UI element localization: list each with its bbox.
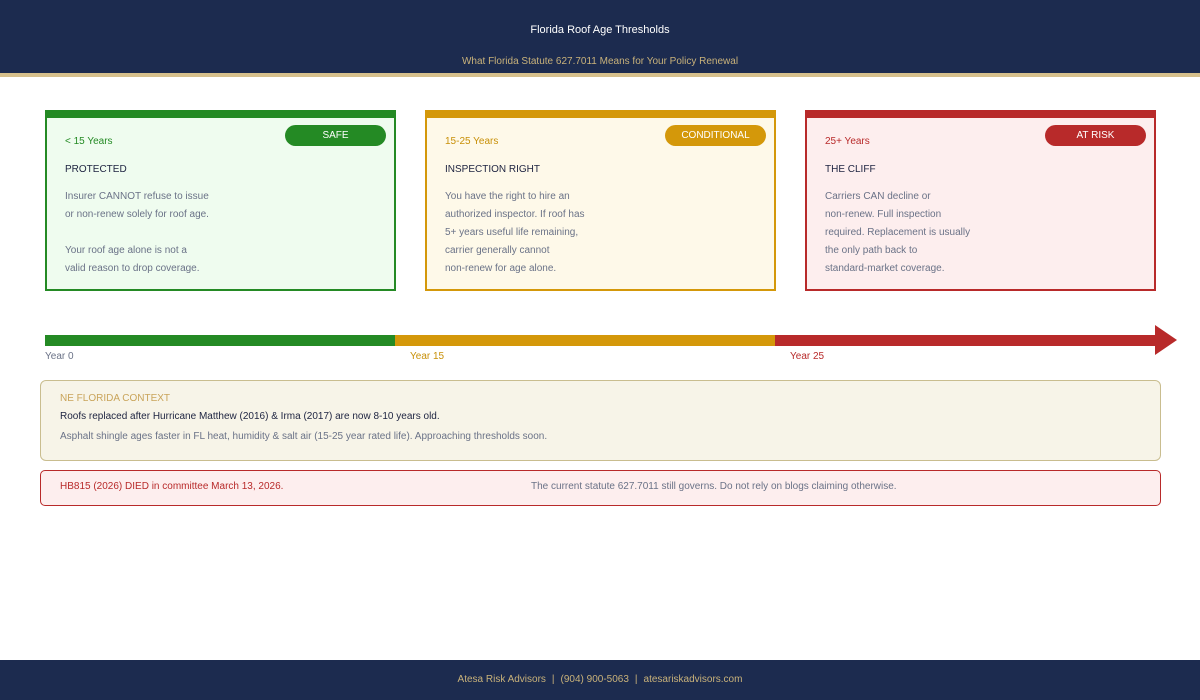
card-body: Insurer CANNOT refuse to issue or non-re… xyxy=(65,188,385,278)
timeline-tick-year-0: Year 0 xyxy=(45,351,74,362)
card-safe: < 15 Years SAFE PROTECTED Insurer CANNOT… xyxy=(45,110,396,291)
card-body-line: non-renew. Full inspection xyxy=(825,209,942,220)
header: Florida Roof Age Thresholds What Florida… xyxy=(0,0,1200,77)
card-body-line: Your roof age alone is not a xyxy=(65,245,187,256)
alert-headline: HB815 (2026) DIED in committee March 13,… xyxy=(60,481,284,492)
card-range: 25+ Years xyxy=(825,136,870,147)
card-body-line: Insurer CANNOT refuse to issue xyxy=(65,191,209,202)
card-heading: THE CLIFF xyxy=(825,164,876,175)
card-body-line: non-renew for age alone. xyxy=(445,263,557,274)
status-badge: SAFE xyxy=(285,125,386,146)
footer-website-link[interactable]: atesariskadvisors.com xyxy=(644,674,743,685)
card-heading: INSPECTION RIGHT xyxy=(445,164,541,175)
card-body-line: 5+ years useful life remaining, xyxy=(445,227,579,238)
card-at-risk: 25+ Years AT RISK THE CLIFF Carriers CAN… xyxy=(805,110,1156,291)
timeline-tick-year-25: Year 25 xyxy=(790,351,825,362)
status-badge: CONDITIONAL xyxy=(665,125,766,146)
footer-separator: | xyxy=(551,674,555,685)
card-body-line: the only path back to xyxy=(825,245,918,256)
card-heading: PROTECTED xyxy=(65,164,127,175)
context-panel: NE FLORIDA CONTEXT Roofs replaced after … xyxy=(40,380,1161,461)
timeline-segment-safe xyxy=(45,335,395,346)
card-conditional: 15-25 Years CONDITIONAL INSPECTION RIGHT… xyxy=(425,110,776,291)
timeline-tick-year-15: Year 15 xyxy=(410,351,445,362)
footer: Atesa Risk Advisors | (904) 900-5063 | atesa… xyxy=(0,660,1200,700)
card-range: 15-25 Years xyxy=(445,136,499,147)
footer-phone[interactable]: (904) 900-5063 xyxy=(561,674,629,685)
card-body-line xyxy=(65,224,385,242)
timeline-segment-at-risk xyxy=(775,335,1155,346)
context-main-text: Roofs replaced after Hurricane Matthew (… xyxy=(60,411,440,422)
status-badge: AT RISK xyxy=(1045,125,1146,146)
card-body-line: standard-market coverage. xyxy=(825,263,945,274)
card-body: You have the right to hire an authorized… xyxy=(445,188,765,278)
page-subtitle: What Florida Statute 627.7011 Means for … xyxy=(461,56,739,67)
card-body-line: or non-renew solely for roof age. xyxy=(65,209,209,220)
card-body: Carriers CAN decline or non-renew. Full … xyxy=(825,188,1145,278)
card-body-line: authorized inspector. If roof has xyxy=(445,209,585,220)
card-body-line: valid reason to drop coverage. xyxy=(65,263,200,274)
alert-banner: HB815 (2026) DIED in committee March 13,… xyxy=(40,470,1161,506)
alert-note: The current statute 627.7011 still gover… xyxy=(531,481,897,492)
card-body-line: Carriers CAN decline or xyxy=(825,191,931,202)
card-body-line: required. Replacement is usually xyxy=(825,227,971,238)
arrow-right-icon xyxy=(1155,325,1177,355)
footer-company: Atesa Risk Advisors xyxy=(457,674,546,685)
context-sub-text: Asphalt shingle ages faster in FL heat, … xyxy=(60,431,548,442)
card-body-line: You have the right to hire an xyxy=(445,191,570,202)
footer-separator: | xyxy=(634,674,638,685)
page-title: Florida Roof Age Thresholds xyxy=(530,24,670,36)
card-body-line: carrier generally cannot xyxy=(445,245,550,256)
timeline-segment-conditional xyxy=(395,335,775,346)
context-label: NE FLORIDA CONTEXT xyxy=(60,393,171,404)
card-range: < 15 Years xyxy=(65,136,113,147)
